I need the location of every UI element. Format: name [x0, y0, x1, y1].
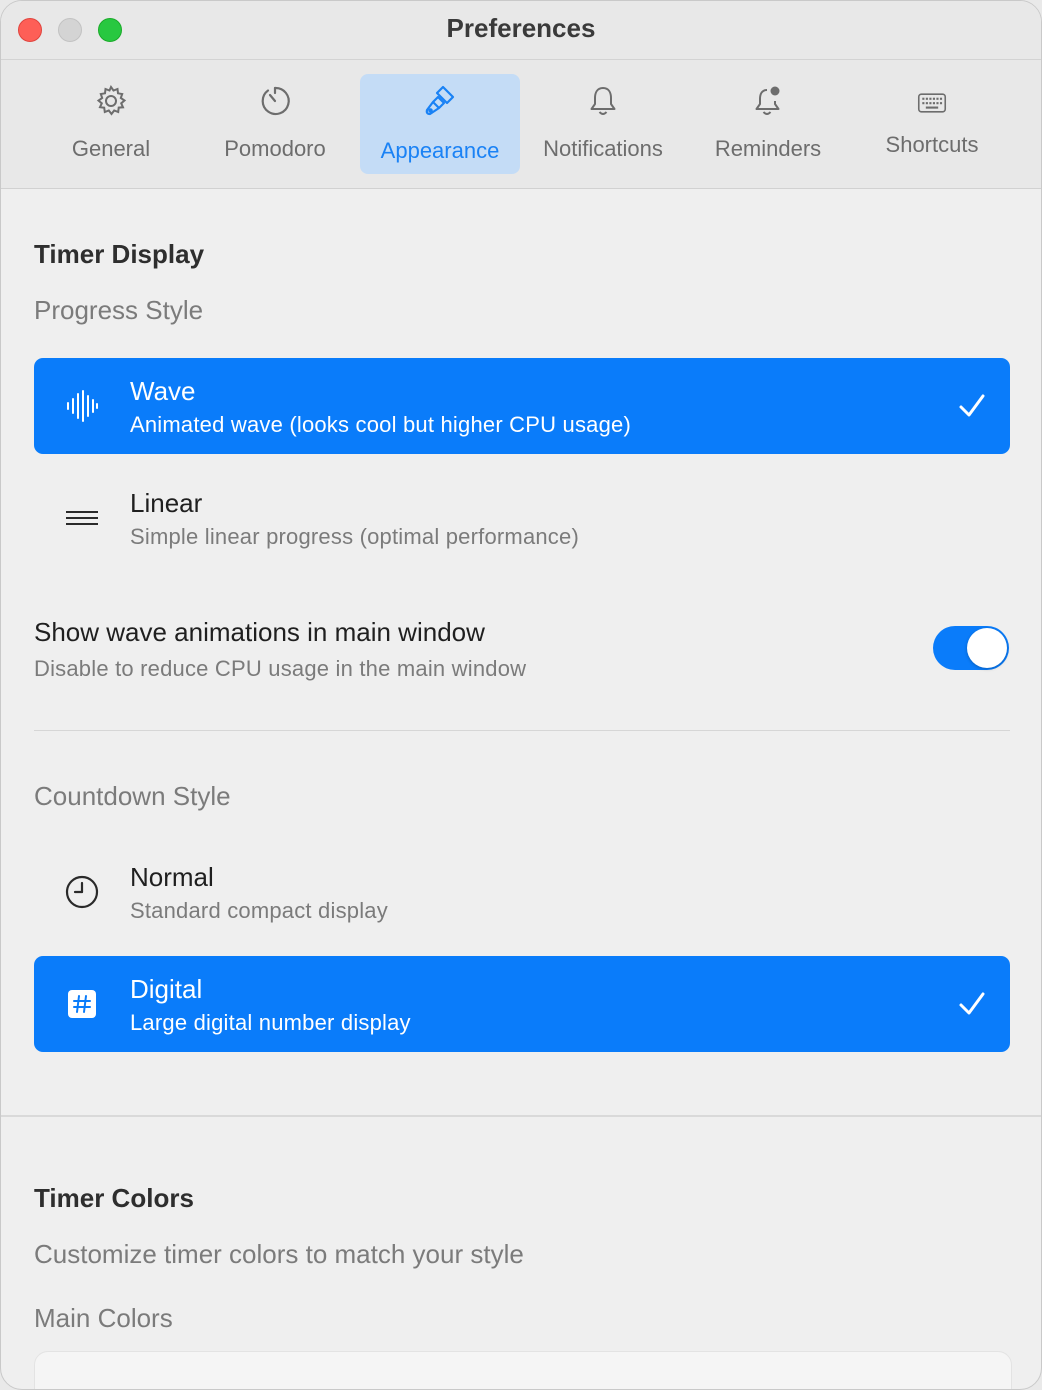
- clock-icon: [65, 875, 99, 909]
- tab-pomodoro-label: Pomodoro: [224, 136, 326, 161]
- tab-appearance[interactable]: Appearance: [360, 74, 520, 174]
- section-separator: [1, 1115, 1041, 1117]
- paintbrush-icon: [425, 85, 455, 116]
- wave-animations-description: Disable to reduce CPU usage in the main …: [34, 656, 527, 681]
- wave-animations-title: Show wave animations in main window: [34, 617, 485, 647]
- bell-badge-icon: [755, 86, 780, 115]
- toggle-knob: [967, 628, 1007, 668]
- digital-description: Large digital number display: [130, 1010, 411, 1035]
- checkmark-icon: [959, 992, 985, 1015]
- countdown-option-normal[interactable]: Normal Standard compact display: [34, 844, 1010, 940]
- bell-icon: [590, 87, 616, 115]
- main-colors-card: [34, 1351, 1012, 1389]
- tab-notifications[interactable]: Notifications: [523, 74, 683, 174]
- normal-title: Normal: [130, 862, 214, 892]
- tab-reminders-label: Reminders: [714, 136, 822, 161]
- digital-title: Digital: [130, 974, 203, 1004]
- preferences-window: Preferences General Pomodoro Appearance …: [0, 0, 1042, 1390]
- appearance-content: Timer Display Progress Style Wave Animat…: [1, 189, 1041, 1389]
- tab-general[interactable]: General: [31, 74, 191, 174]
- checkmark-icon: [959, 394, 985, 417]
- tab-shortcuts[interactable]: Shortcuts: [852, 74, 1012, 174]
- keyboard-icon: [917, 93, 947, 113]
- timer-colors-subtitle: Customize timer colors to match your sty…: [34, 1239, 524, 1269]
- preferences-toolbar: General Pomodoro Appearance Notification…: [1, 60, 1041, 189]
- normal-description: Standard compact display: [130, 898, 388, 923]
- countdown-option-digital[interactable]: Digital Large digital number display: [34, 956, 1010, 1052]
- titlebar: Preferences: [1, 1, 1041, 60]
- tab-reminders[interactable]: Reminders: [688, 74, 848, 174]
- timer-display-heading: Timer Display: [34, 239, 205, 269]
- progress-option-wave[interactable]: Wave Animated wave (looks cool but highe…: [34, 358, 1010, 454]
- waveform-icon: [67, 390, 98, 422]
- main-colors-label: Main Colors: [34, 1303, 173, 1333]
- linear-description: Simple linear progress (optimal performa…: [130, 524, 579, 549]
- tab-pomodoro[interactable]: Pomodoro: [195, 74, 355, 174]
- wave-title: Wave: [130, 376, 196, 406]
- timer-icon: [261, 86, 290, 116]
- section-divider: [34, 730, 1010, 731]
- wave-description: Animated wave (looks cool but higher CPU…: [130, 412, 631, 437]
- progress-option-linear[interactable]: Linear Simple linear progress (optimal p…: [34, 470, 1010, 566]
- gear-icon: [96, 84, 127, 116]
- tab-notifications-label: Notifications: [543, 136, 663, 161]
- lines-icon: [66, 511, 98, 525]
- timer-colors-heading: Timer Colors: [34, 1183, 194, 1213]
- tab-appearance-label: Appearance: [380, 138, 500, 163]
- number-icon: [68, 990, 96, 1018]
- window-title: Preferences: [446, 13, 596, 43]
- progress-style-label: Progress Style: [34, 295, 204, 325]
- tab-shortcuts-label: Shortcuts: [885, 132, 979, 157]
- countdown-style-label: Countdown Style: [34, 781, 231, 811]
- linear-title: Linear: [130, 488, 203, 518]
- wave-animations-toggle[interactable]: [933, 626, 1009, 670]
- tab-general-label: General: [71, 136, 151, 161]
